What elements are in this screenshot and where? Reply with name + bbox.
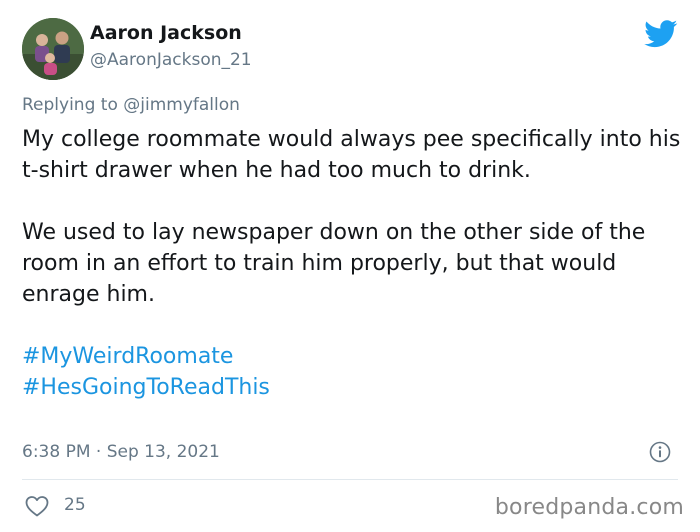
info-icon[interactable] [649, 441, 671, 463]
heart-icon[interactable] [24, 494, 50, 518]
hashtag-link[interactable]: #HesGoingToReadThis [22, 375, 270, 400]
tweet-timestamp[interactable]: 6:38 PM · Sep 13, 2021 [22, 442, 220, 462]
divider [22, 479, 678, 480]
like-count: 25 [64, 495, 86, 515]
avatar-photo [22, 18, 84, 80]
tweet-paragraph-1: My college roommate would always pee spe… [22, 127, 681, 183]
author-name[interactable]: Aaron Jackson [90, 22, 242, 44]
tweet-body: My college roommate would always pee spe… [22, 124, 682, 403]
reply-context: Replying to @jimmyfallon [22, 95, 240, 115]
hashtag-link[interactable]: #MyWeirdRoomate [22, 344, 233, 369]
reply-mention-link[interactable]: @jimmyfallon [123, 95, 240, 115]
author-handle[interactable]: @AaronJackson_21 [90, 50, 252, 70]
avatar[interactable] [22, 18, 84, 80]
twitter-bird-icon[interactable] [644, 20, 678, 48]
reply-prefix: Replying to [22, 95, 118, 115]
tweet-paragraph-2: We used to lay newspaper down on the oth… [22, 220, 646, 307]
watermark: boredpanda.com [494, 495, 684, 520]
